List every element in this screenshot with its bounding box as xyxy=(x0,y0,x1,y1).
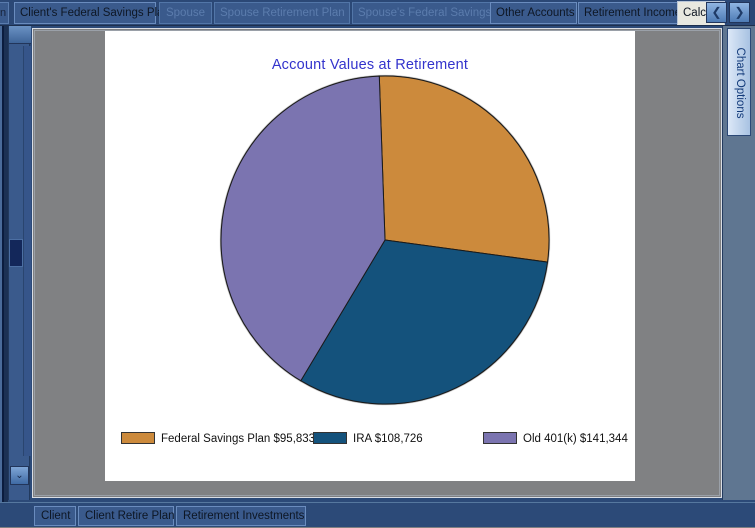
tab-bottom-2[interactable]: Retirement Investments xyxy=(176,506,306,526)
tab-top-4[interactable]: Other Accounts xyxy=(490,2,577,24)
right-side-rail: Chart Options xyxy=(722,26,755,500)
legend-label-1: IRA $108,726 xyxy=(353,433,423,445)
chart-canvas[interactable]: Account Values at Retirement Federal Sav… xyxy=(105,31,635,481)
pie-chart[interactable] xyxy=(220,75,550,405)
tab-top-0[interactable]: Client's Federal Savings Plan xyxy=(14,2,170,24)
legend-item-1[interactable]: IRA $108,726 xyxy=(313,429,423,445)
desktop-area: ⌄ » Account Values at Retirement Federal… xyxy=(0,26,755,528)
application-window: n Client's Federal Savings Plan Spouse Spo… xyxy=(0,0,755,528)
bottom-tab-strip: Client Client Retire Plan Retirement Inves… xyxy=(0,502,755,528)
tab-top-5[interactable]: Retirement Income xyxy=(578,2,681,24)
tab-chart-options[interactable]: Chart Options xyxy=(727,28,751,136)
left-panel-selected-row[interactable] xyxy=(9,239,23,267)
tab-scroll-next-button[interactable]: ❯ xyxy=(729,2,750,23)
tab-overflow-stub[interactable]: n xyxy=(0,2,9,24)
legend-item-2[interactable]: Old 401(k) $141,344 xyxy=(483,429,628,445)
tab-scroll-prev-button[interactable]: ❮ xyxy=(706,2,727,23)
top-tab-strip: n Client's Federal Savings Plan Spouse Spo… xyxy=(0,0,755,26)
legend-swatch-icon-2 xyxy=(483,432,517,444)
chart-title: Account Values at Retirement xyxy=(271,57,469,73)
chart-content-inner: Account Values at Retirement Federal Sav… xyxy=(34,30,720,496)
legend-label-0: Federal Savings Plan $95,833 xyxy=(161,433,316,445)
tab-bottom-0[interactable]: Client xyxy=(34,506,76,526)
left-panel-titlebar xyxy=(9,26,31,44)
scroll-down-button[interactable]: ⌄ xyxy=(10,466,29,485)
tab-bottom-1[interactable]: Client Retire Plan xyxy=(78,506,174,526)
chart-legend: Federal Savings Plan $95,833 IRA $108,726… xyxy=(113,427,628,475)
left-panel-scrollbar-track[interactable] xyxy=(23,46,44,456)
left-side-panel: ⌄ xyxy=(8,26,44,500)
tab-chart-options-label: Chart Options xyxy=(734,47,746,119)
legend-item-0[interactable]: Federal Savings Plan $95,833 xyxy=(121,429,315,445)
pie-chart-svg xyxy=(220,75,550,405)
chart-content-frame: Account Values at Retirement Federal Sav… xyxy=(31,27,723,499)
tab-top-1: Spouse xyxy=(159,2,212,24)
tab-top-2: Spouse Retirement Plan xyxy=(214,2,350,24)
legend-swatch-icon-0 xyxy=(121,432,155,444)
legend-label-2: Old 401(k) $141,344 xyxy=(523,433,628,445)
pie-slice-0[interactable] xyxy=(378,75,550,263)
legend-swatch-icon-1 xyxy=(313,432,347,444)
